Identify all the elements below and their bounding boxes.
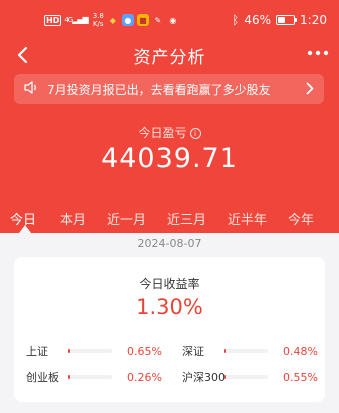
bluetooth-icon: ᛒ <box>232 13 240 27</box>
index-bar <box>68 349 112 353</box>
active-tab-indicator <box>19 225 31 233</box>
card-title: 今日收益率 <box>139 277 200 291</box>
banner-text: 7月投资月报已出，去看看跑赢了多少股友 <box>47 82 271 97</box>
index-row-csi300: 沪深300 0.55% <box>182 369 318 385</box>
hd-icon: HD <box>44 14 62 26</box>
more-button[interactable] <box>307 40 329 66</box>
index-value: 0.26% <box>127 370 162 384</box>
profit-label: 今日盈亏 <box>138 126 187 140</box>
clock: 1:20 <box>300 13 327 27</box>
index-label: 创业板 <box>26 371 59 384</box>
chevron-right-icon <box>306 80 314 99</box>
chevron-left-icon <box>17 46 28 64</box>
chat-icon: ◉ <box>169 15 177 25</box>
tab-this-month[interactable]: 本月 <box>60 209 86 228</box>
index-row-chinext: 创业板 0.26% <box>26 369 162 385</box>
speed-unit: K/s <box>92 20 104 28</box>
page-title: 资产分析 <box>133 47 206 68</box>
index-bar <box>224 375 268 379</box>
nav-bar: 资产分析 <box>0 40 339 70</box>
back-button[interactable] <box>10 42 34 71</box>
battery-percent: 46% <box>244 13 272 27</box>
index-row-shenzhen: 深证 0.48% <box>182 343 318 359</box>
profit-value: 44039.71 <box>101 143 238 174</box>
app-notification-icon: ✎ <box>154 15 162 25</box>
index-label: 深证 <box>182 345 204 358</box>
app-notification-icon: ◆ <box>109 15 116 25</box>
battery-icon <box>276 15 298 25</box>
period-tabs: 今日 本月 近一月 近三月 近半年 今年 <box>0 205 339 233</box>
profit-label-row: 今日盈亏 i <box>0 124 339 141</box>
index-value: 0.48% <box>283 344 318 358</box>
date-label: 2024-08-07 <box>137 237 202 250</box>
more-dots-icon <box>307 50 329 56</box>
index-label: 上证 <box>26 345 48 358</box>
tab-last-three-months[interactable]: 近三月 <box>167 209 206 228</box>
index-label: 沪深300 <box>182 371 225 384</box>
header-area: HD 4G▂▄▆ 3.8 K/s ◆ ● ■ ✎ ◉ ᛒ 46% 1:20 资产… <box>0 0 339 233</box>
app-notification-icon: ■ <box>136 14 149 26</box>
return-rate: 1.30% <box>136 295 203 319</box>
status-bar: HD 4G▂▄▆ 3.8 K/s ◆ ● ■ ✎ ◉ ᛒ 46% 1:20 <box>0 0 339 40</box>
network-speed: 3.8 K/s <box>93 12 104 28</box>
index-bar <box>224 349 268 353</box>
index-row-shanghai: 上证 0.65% <box>26 343 162 359</box>
tab-last-month[interactable]: 近一月 <box>107 209 146 228</box>
app-notification-icon: ● <box>121 14 134 26</box>
index-bar <box>68 375 112 379</box>
return-card: 今日收益率 1.30% 上证 0.65% 深证 0.48% 创业板 0.26% … <box>14 257 325 402</box>
info-icon[interactable]: i <box>189 128 201 139</box>
speaker-icon <box>24 80 40 98</box>
report-banner[interactable]: 7月投资月报已出，去看看跑赢了多少股友 <box>14 74 324 104</box>
index-value: 0.65% <box>127 344 162 358</box>
signal-icon: 4G▂▄▆ <box>64 15 88 25</box>
index-value: 0.55% <box>283 370 318 384</box>
signal-label: 4G <box>64 16 73 24</box>
tab-this-year[interactable]: 今年 <box>288 209 314 228</box>
speed-value: 3.8 <box>92 12 104 20</box>
tab-last-half-year[interactable]: 近半年 <box>228 209 267 228</box>
